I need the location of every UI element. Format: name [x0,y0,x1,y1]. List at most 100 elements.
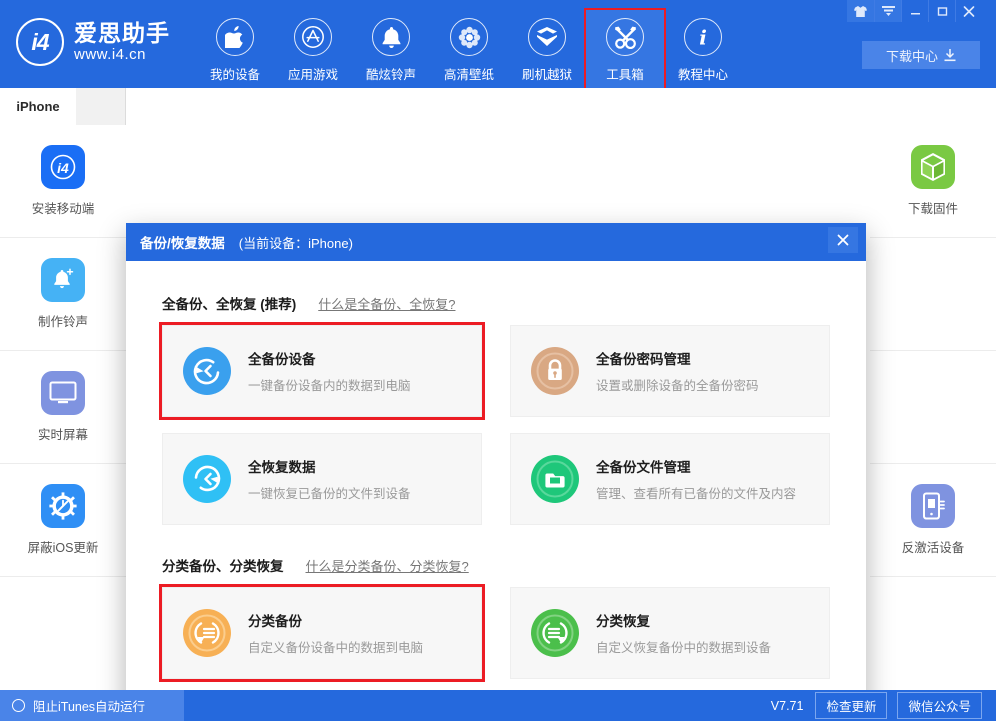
wechat-button[interactable]: 微信公众号 [897,692,982,719]
category-backup-icon [183,609,231,657]
content-area: i4 安装移动端制作铃声实时屏幕 屏蔽iOS更新 下载固件反激活设备 备份/恢复数… [0,125,996,721]
nav-item-label: 刷机越狱 [521,68,572,82]
block-itunes-label: 阻止iTunes自动运行 [33,700,146,714]
card-description: 设置或删除设备的全备份密码 [596,379,759,393]
section-help-link[interactable]: 什么是分类备份、分类恢复? [306,556,469,575]
nav-item-4[interactable]: 高清壁纸 [430,10,508,88]
action-card[interactable]: 全恢复数据 一键恢复已备份的文件到设备 [162,433,482,525]
bell-icon [372,18,410,56]
dialog-close-button[interactable] [828,227,858,253]
nav-item-1[interactable]: 我的设备 [196,10,274,88]
nav-item-label: 酷炫铃声 [365,68,416,82]
tool-cell-2[interactable]: 制作铃声 [0,238,126,351]
card-wrapper: 全备份设备 一键备份设备内的数据到电脑 [159,322,485,420]
dialog-title: 备份/恢复数据 [140,236,225,251]
action-card[interactable]: 分类恢复自定义恢复备份中的数据到设备 [510,587,830,679]
nav-item-2[interactable]: 应用游戏 [274,10,352,88]
tools-icon [606,18,644,56]
dialog-body: 全备份、全恢复 (推荐) 什么是全备份、全恢复? 全备份设备 一键备份设备内的数据到电… [126,261,866,682]
logo-icon: i4 [16,18,64,66]
nav-item-label: 教程中心 [677,68,728,82]
dialog-subtitle: (当前设备：iPhone) [238,235,353,251]
row-spacer [162,417,830,433]
nav-item-3[interactable]: 酷炫铃声 [352,10,430,88]
brand-name: 爱思助手 [74,20,170,47]
backup-restore-dialog: 备份/恢复数据 (当前设备：iPhone) 全备份、全恢复 (推荐) 什么是全备份… [126,223,866,721]
menu-icon[interactable] [874,0,901,22]
nav-item-6[interactable]: 工具箱 [584,8,666,90]
nav-item-label: 工具箱 [606,68,644,82]
card-description: 自定义恢复备份中的数据到设备 [596,641,772,655]
tool-cell-label: 制作铃声 [37,315,88,329]
restore-data-icon [183,455,231,503]
tab-iphone-label: iPhone [16,99,60,114]
tool-cell-4[interactable]: 屏蔽iOS更新 [0,464,126,577]
info-icon: i [684,18,722,56]
action-card[interactable]: 全备份文件管理 管理、查看所有已备份的文件及内容 [510,433,830,525]
skin-icon[interactable] [847,0,874,22]
minimize-icon[interactable] [901,0,928,22]
bell-plus-icon [41,258,85,302]
card-wrapper: 分类备份自定义备份设备中的数据到电脑 [159,584,485,682]
card-row: 分类备份自定义备份设备中的数据到电脑 分类恢复自定义恢复备份中的数据到设备 [159,584,830,682]
cube-icon [911,145,955,189]
left-tool-column: i4 安装移动端制作铃声实时屏幕 屏蔽iOS更新 [0,125,126,690]
tool-cell-1[interactable]: i4 安装移动端 [0,125,126,238]
download-center-label: 下载中心 [885,48,938,64]
dialog-header: 备份/恢复数据 (当前设备：iPhone) [126,223,866,261]
action-card[interactable]: 全备份密码管理设置或删除设备的全备份密码 [510,325,830,417]
nav-item-label: 应用游戏 [287,68,338,82]
close-icon[interactable] [955,0,982,22]
radio-icon [12,699,25,712]
tab-strip: iPhone [0,88,996,125]
nav-item-7[interactable]: i 教程中心 [664,10,742,88]
section-title: 分类备份、分类恢复 [162,559,284,574]
card-wrapper: 全备份文件管理 管理、查看所有已备份的文件及内容 [510,433,830,525]
box-open-icon [528,18,566,56]
device-deactivate-icon [911,484,955,528]
section-title: 全备份、全恢复 (推荐) [162,297,297,312]
lock-icon [531,347,579,395]
i4-app-icon: i4 [41,145,85,189]
card-title: 分类恢复 [596,614,650,629]
tool-cell-label: 反激活设备 [901,541,965,555]
card-title: 分类备份 [248,614,302,629]
card-description: 自定义备份设备中的数据到电脑 [248,641,424,655]
tool-cell-3[interactable]: 实时屏幕 [0,351,126,464]
card-title: 全备份密码管理 [596,352,691,367]
nav-item-5[interactable]: 刷机越狱 [508,10,586,88]
card-description: 一键备份设备内的数据到电脑 [248,379,411,393]
check-update-button[interactable]: 检查更新 [815,692,888,719]
right-tool-column: 下载固件 反激活设备 [870,125,996,690]
card-wrapper: 全备份密码管理设置或删除设备的全备份密码 [510,325,830,417]
tab-placeholder [76,88,126,125]
card-row: 全恢复数据 一键恢复已备份的文件到设备 全备份文件管理 管理、查看所有已备份的文件及内… [162,433,830,525]
status-bar-right: V7.71 检查更新 微信公众号 [771,692,996,719]
section-help-link[interactable]: 什么是全备份、全恢复? [318,294,455,313]
tool-cell-label: 安装移动端 [31,202,95,216]
download-icon [944,48,956,61]
tool-cell-empty [870,238,996,351]
tool-cell-1[interactable]: 下载固件 [870,125,996,238]
brand-text: 爱思助手 www.i4.cn [74,21,170,63]
card-wrapper: 分类恢复自定义恢复备份中的数据到设备 [510,587,830,679]
block-itunes-toggle[interactable]: 阻止iTunes自动运行 [0,690,184,721]
card-text: 全备份设备 一键备份设备内的数据到电脑 [248,348,411,394]
tool-cell-4[interactable]: 反激活设备 [870,464,996,577]
flower-icon [450,18,488,56]
tab-iphone[interactable]: iPhone [0,88,76,125]
card-text: 全备份密码管理设置或删除设备的全备份密码 [596,348,759,394]
status-bar: 阻止iTunes自动运行 V7.71 检查更新 微信公众号 [0,690,996,721]
window-controls [847,0,982,22]
card-text: 分类备份自定义备份设备中的数据到电脑 [248,610,423,656]
card-wrapper: 全恢复数据 一键恢复已备份的文件到设备 [162,433,482,525]
maximize-icon[interactable] [928,0,955,22]
download-center-button[interactable]: 下载中心 [862,41,980,69]
action-card[interactable]: 全备份设备 一键备份设备内的数据到电脑 [162,325,482,417]
action-card[interactable]: 分类备份自定义备份设备中的数据到电脑 [162,587,482,679]
monitor-icon [41,371,85,415]
folder-icon [531,455,579,503]
card-text: 全恢复数据 一键恢复已备份的文件到设备 [248,456,411,502]
card-title: 全恢复数据 [248,460,316,475]
